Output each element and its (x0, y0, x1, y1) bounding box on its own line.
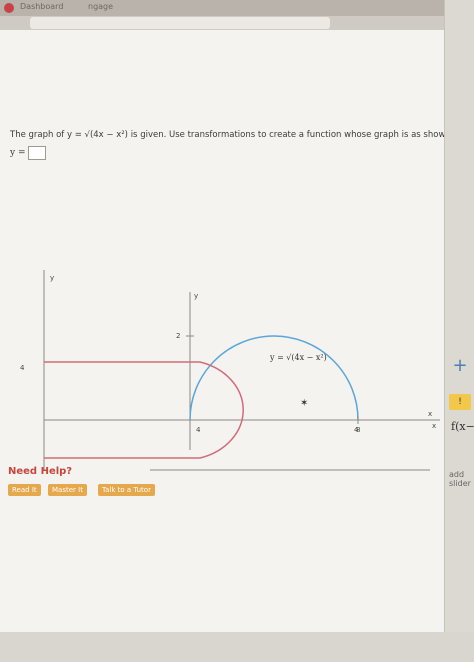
mouse-cursor-icon: ✶ (300, 398, 309, 409)
calculator-panel: + ! f(x− add slider (444, 0, 474, 632)
answer-input[interactable] (28, 146, 46, 160)
target-graph-tick-label-x4: 4 (196, 426, 201, 434)
problem-page: The graph of y = √(4x − x²) is given. Us… (0, 30, 454, 632)
target-graph-y-label: y (50, 274, 54, 282)
talk-to-tutor-button[interactable]: Talk to a Tutor (98, 484, 155, 496)
target-graph-tick-label-x8: 8 (356, 426, 360, 434)
master-it-button[interactable]: Master It (48, 484, 87, 496)
problem-area: The graph of y = √(4x − x²) is given. Us… (0, 70, 454, 662)
answer-label: y = (10, 148, 26, 158)
target-graph-x-label: x (428, 410, 432, 418)
tab-dashboard[interactable]: Dashboard (20, 2, 63, 11)
tab-bar: Dashboard ngage (0, 0, 474, 16)
add-expression-plus-icon[interactable]: + (451, 357, 469, 375)
tab-favicon-icon (4, 3, 14, 13)
target-graph-tick-label-y4: 4 (20, 364, 25, 372)
target-graph-svg: 4 4 8 y x (20, 270, 440, 470)
need-help-label: Need Help? (8, 466, 73, 477)
address-bar[interactable] (30, 17, 330, 29)
add-slider-button[interactable]: add slider (449, 470, 474, 488)
expression-f-label[interactable]: f(x− (451, 420, 474, 433)
problem-prompt: The graph of y = √(4x − x²) is given. Us… (10, 130, 454, 140)
target-curve (44, 361, 244, 459)
read-it-button[interactable]: Read It (8, 484, 41, 496)
tab-ngage[interactable]: ngage (88, 2, 113, 11)
warning-icon[interactable]: ! (449, 394, 471, 410)
